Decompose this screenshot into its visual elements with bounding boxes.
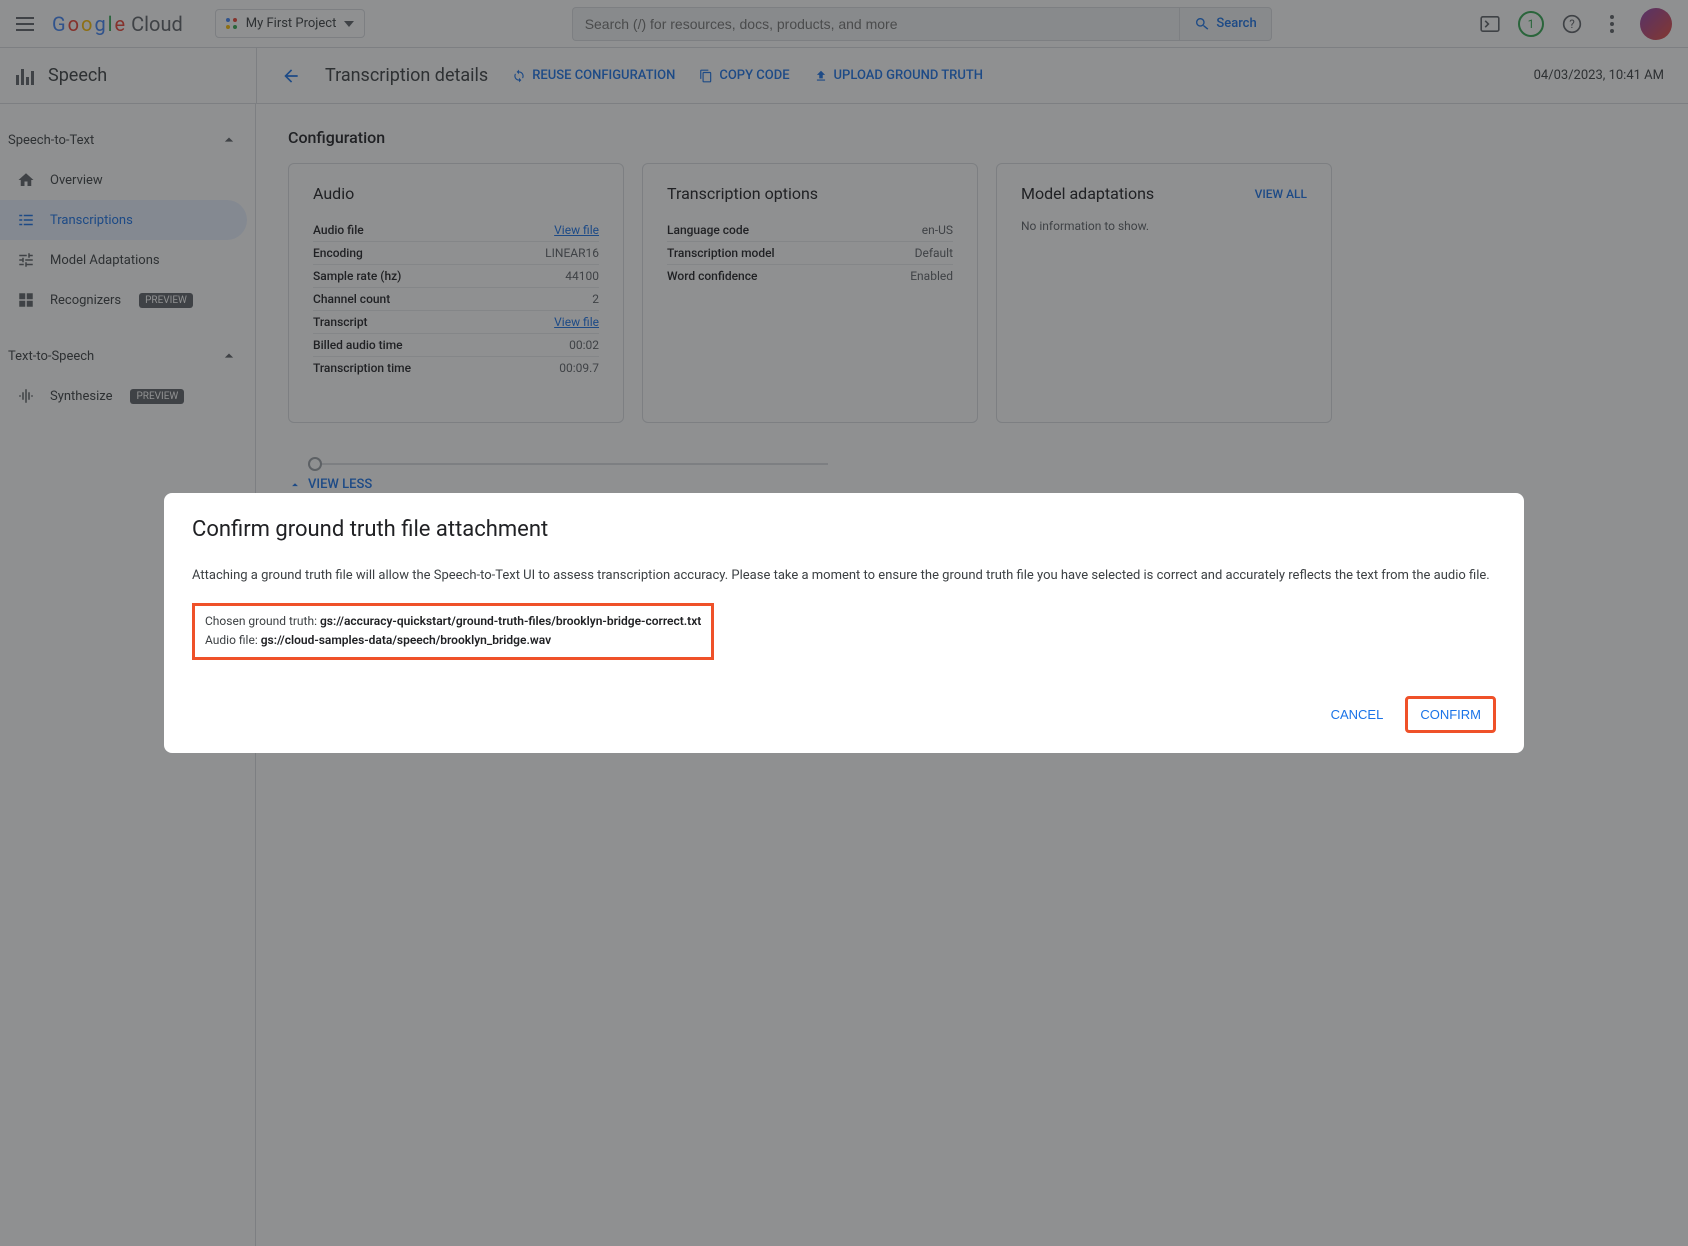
modal-file-info: Chosen ground truth: gs://accuracy-quick…	[192, 603, 714, 659]
confirm-button[interactable]: CONFIRM	[1405, 696, 1496, 733]
modal-title: Confirm ground truth file attachment	[192, 517, 1496, 542]
audio-label: Audio file:	[205, 633, 261, 647]
confirm-modal: Confirm ground truth file attachment Att…	[164, 493, 1524, 752]
modal-overlay: Confirm ground truth file attachment Att…	[0, 0, 1688, 1246]
chosen-label: Chosen ground truth:	[205, 614, 320, 628]
cancel-button[interactable]: CANCEL	[1319, 696, 1396, 733]
modal-body: Attaching a ground truth file will allow…	[192, 566, 1496, 587]
chosen-value: gs://accuracy-quickstart/ground-truth-fi…	[320, 614, 701, 628]
audio-value: gs://cloud-samples-data/speech/brooklyn_…	[261, 633, 551, 647]
